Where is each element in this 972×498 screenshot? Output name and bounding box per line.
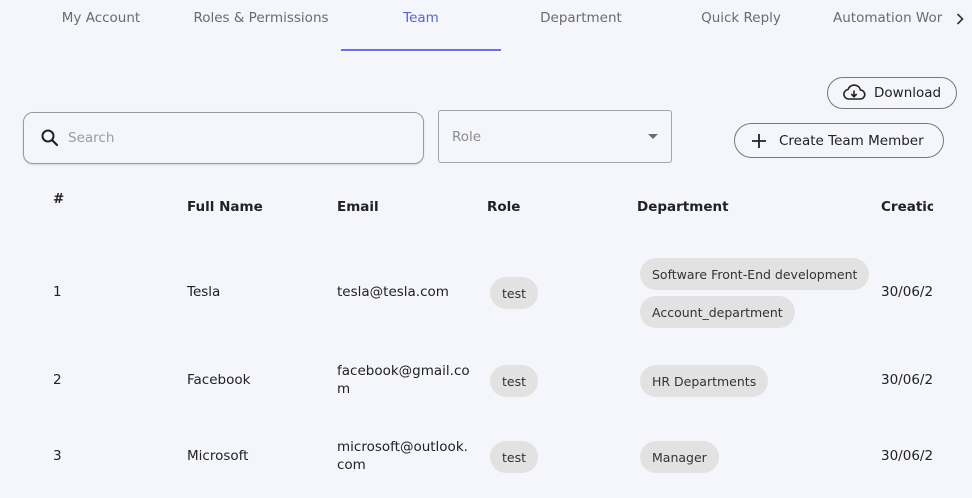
- row-2-creation-date: 30/06/2: [881, 372, 933, 388]
- row-1-index: 1: [53, 284, 62, 300]
- row-1-email: tesla@tesla.com: [337, 284, 449, 300]
- column-header-role[interactable]: Role: [487, 199, 520, 215]
- row-2-role-chip: test: [490, 365, 539, 397]
- row-1-department-chip-1: Software Front-End development: [640, 258, 870, 290]
- row-1-creation-date: 30/06/2: [881, 284, 933, 300]
- row-2-index: 2: [53, 372, 62, 388]
- row-3-role-chip: test: [490, 441, 539, 473]
- row-3-creation-date: 30/06/2: [881, 448, 933, 464]
- row-3-department-chip-1: Manager: [640, 441, 719, 473]
- team-settings-page: My Account Roles & Permissions Team Depa…: [0, 0, 972, 498]
- row-2-email: facebook@gmail.com: [337, 363, 470, 397]
- column-header-full-name[interactable]: Full Name: [187, 199, 263, 215]
- column-header-department[interactable]: Department: [637, 199, 729, 215]
- row-2-department-chip-1: HR Departments: [640, 365, 769, 397]
- column-header-index: #: [53, 191, 65, 207]
- row-1-department-chip-2: Account_department: [640, 296, 795, 328]
- row-3-email: microsoft@outlook.com: [337, 439, 468, 473]
- column-header-creation[interactable]: Creation: [881, 199, 933, 215]
- chevron-right-icon: [956, 13, 964, 25]
- tabs-scroll-right-button[interactable]: [954, 10, 966, 28]
- row-3-full-name: Microsoft: [187, 448, 249, 464]
- row-2-full-name: Facebook: [187, 372, 251, 388]
- row-1-full-name: Tesla: [187, 284, 221, 300]
- team-table: # Full Name Email Role Department Creati…: [0, 0, 933, 498]
- row-3-index: 3: [53, 448, 62, 464]
- row-1-role-chip: test: [490, 277, 539, 309]
- column-header-email[interactable]: Email: [337, 199, 379, 215]
